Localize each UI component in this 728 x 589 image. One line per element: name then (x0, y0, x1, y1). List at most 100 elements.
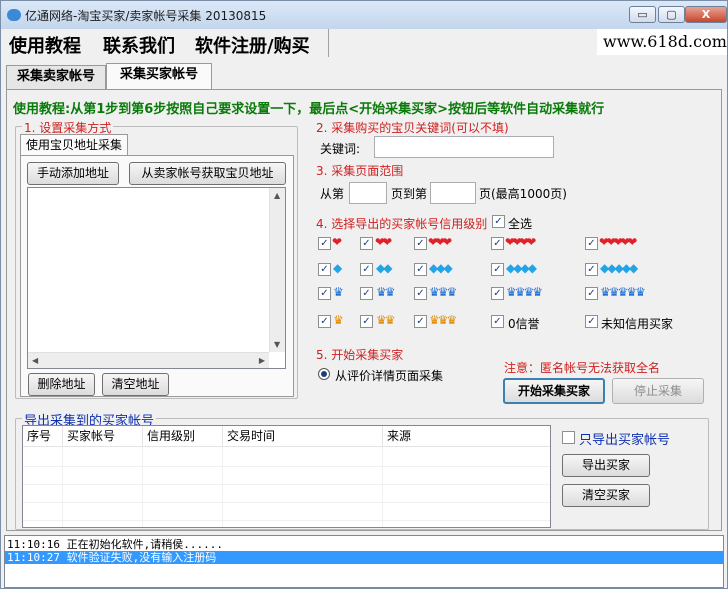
collect-from-review-label: 从评价详情页面采集 (335, 369, 444, 383)
maximize-button[interactable]: ▢ (658, 6, 685, 23)
delete-url-button[interactable]: 删除地址 (28, 373, 95, 396)
grid-line (23, 484, 550, 485)
export-buyers-button[interactable]: 导出买家 (562, 454, 650, 477)
zero-credit-checkbox[interactable]: ✓ (491, 315, 504, 328)
collect-from-review-radio[interactable] (318, 368, 330, 380)
credit-checkbox[interactable]: ✓ (585, 263, 598, 276)
heart-1-icon: ❤ (332, 235, 342, 249)
clear-buyers-button[interactable]: 清空买家 (562, 484, 650, 507)
unknown-credit-label: 未知信用买家 (601, 317, 674, 331)
log-box[interactable]: 11:10:16 正在初始化软件,请稍侯...... 11:10:27 软件验证… (4, 535, 724, 588)
credit-checkbox[interactable]: ✓ (491, 237, 504, 250)
vertical-scrollbar[interactable]: ▲ ▼ (269, 188, 285, 352)
step5-title: 5. 开始采集买家 (314, 346, 406, 363)
menu-contact[interactable]: 联系我们 (103, 32, 175, 58)
page-from-input[interactable] (349, 182, 387, 204)
step2-title: 2. 采集购买的宝贝关键词(可以不填) (314, 119, 511, 136)
crown-3-icon: ♛♛♛ (429, 285, 457, 299)
page-from-label: 从第 (320, 187, 345, 201)
app-icon (7, 9, 21, 21)
heart-3-icon: ❤❤❤ (428, 235, 452, 249)
clear-url-button[interactable]: 清空地址 (102, 373, 169, 396)
scroll-left-icon[interactable]: ◀ (32, 356, 38, 365)
gold-crown-1-icon: ♛ (333, 313, 344, 327)
grid-line (382, 447, 383, 527)
col-trade-time[interactable]: 交易时间 (223, 426, 383, 447)
unknown-credit-checkbox[interactable]: ✓ (585, 315, 598, 328)
credit-checkbox[interactable]: ✓ (360, 315, 373, 328)
credit-checkbox[interactable]: ✓ (318, 315, 331, 328)
credit-checkbox[interactable]: ✓ (414, 237, 427, 250)
grid-line (23, 466, 550, 467)
website-url[interactable]: www.618d.com (597, 29, 727, 55)
select-all-checkbox[interactable]: ✓ (492, 215, 505, 228)
col-buyer-account[interactable]: 买家帐号 (63, 426, 143, 447)
col-source[interactable]: 来源 (383, 426, 550, 447)
instruction-text: 使用教程:从第1步到第6步按照自己要求设置一下，最后点<开始采集买家>按钮后等软… (13, 102, 605, 117)
grid-line (23, 502, 550, 503)
crown-4-icon: ♛♛♛♛ (506, 285, 543, 299)
tab-collect-buyers[interactable]: 采集买家帐号 (106, 63, 212, 89)
log-line: 11:10:16 正在初始化软件,请稍侯...... (7, 538, 223, 551)
credit-checkbox[interactable]: ✓ (491, 287, 504, 300)
heart-5-icon: ❤❤❤❤❤ (599, 235, 637, 249)
diamond-3-icon: ◆◆◆ (429, 261, 453, 275)
grid-line (23, 520, 550, 521)
step3-title: 3. 采集页面范围 (314, 162, 406, 179)
credit-checkbox[interactable]: ✓ (414, 315, 427, 328)
credit-checkbox[interactable]: ✓ (414, 263, 427, 276)
buyer-table[interactable]: 序号 买家帐号 信用级别 交易时间 来源 (22, 425, 551, 528)
tab-collect-sellers[interactable]: 采集卖家帐号 (6, 65, 106, 89)
scroll-up-icon[interactable]: ▲ (274, 191, 280, 200)
crown-2-icon: ♛♛ (376, 285, 396, 299)
only-export-checkbox[interactable]: ✓ (562, 431, 575, 444)
stop-collect-button[interactable]: 停止采集 (612, 378, 704, 404)
gold-crown-2-icon: ♛♛ (376, 313, 396, 327)
horizontal-scrollbar[interactable]: ◀ ▶ (28, 352, 269, 368)
step4-title: 4. 选择导出的买家帐号信用级别 (314, 215, 490, 232)
credit-checkbox[interactable]: ✓ (585, 287, 598, 300)
only-export-label: 只导出买家帐号 (579, 433, 671, 448)
keyword-input[interactable] (374, 136, 554, 158)
col-credit-level[interactable]: 信用级别 (143, 426, 223, 447)
menu-register[interactable]: 软件注册/购买 (195, 32, 310, 58)
manual-add-url-button[interactable]: 手动添加地址 (27, 162, 119, 185)
close-button[interactable]: X (685, 6, 727, 23)
credit-checkbox[interactable]: ✓ (491, 263, 504, 276)
grid-line (222, 447, 223, 527)
menu-tutorial[interactable]: 使用教程 (9, 32, 81, 58)
gold-crown-3-icon: ♛♛♛ (429, 313, 457, 327)
heart-4-icon: ❤❤❤❤ (505, 235, 536, 249)
credit-checkbox[interactable]: ✓ (318, 237, 331, 250)
heart-2-icon: ❤❤ (375, 235, 392, 249)
grid-line (62, 447, 63, 527)
title-bar: 亿通网络-淘宝买家/卖家帐号采集 20130815 ▭ ▢ X (1, 1, 727, 29)
get-url-from-seller-button[interactable]: 从卖家帐号获取宝贝地址 (129, 162, 286, 185)
url-listbox[interactable]: ▲ ▼ ◀ ▶ (27, 187, 286, 369)
credit-checkbox[interactable]: ✓ (585, 237, 598, 250)
credit-checkbox[interactable]: ✓ (318, 263, 331, 276)
window-title: 亿通网络-淘宝买家/卖家帐号采集 20130815 (25, 9, 267, 23)
scroll-down-icon[interactable]: ▼ (274, 340, 280, 349)
select-all-label: 全选 (508, 217, 533, 231)
credit-checkbox[interactable]: ✓ (360, 237, 373, 250)
keyword-label: 关键词: (320, 142, 361, 156)
diamond-2-icon: ◆◆ (376, 261, 392, 275)
credit-checkbox[interactable]: ✓ (318, 287, 331, 300)
diamond-1-icon: ◆ (333, 261, 342, 275)
diamond-5-icon: ◆◆◆◆◆ (600, 261, 638, 275)
col-index[interactable]: 序号 (23, 426, 63, 447)
credit-checkbox[interactable]: ✓ (414, 287, 427, 300)
tab-use-item-url[interactable]: 使用宝贝地址采集 (20, 134, 128, 156)
log-line-selected[interactable]: 11:10:27 软件验证失败,没有输入注册码 (5, 551, 723, 564)
start-collect-button[interactable]: 开始采集买家 (503, 378, 605, 404)
crown-1-icon: ♛ (333, 285, 344, 299)
minimize-button[interactable]: ▭ (629, 6, 656, 23)
page-mid-label: 页到第 (391, 187, 428, 201)
scroll-right-icon[interactable]: ▶ (259, 356, 265, 365)
anonymous-notice: 注意：匿名帐号无法获取全名 (504, 361, 661, 375)
credit-checkbox[interactable]: ✓ (360, 263, 373, 276)
page-to-input[interactable] (430, 182, 476, 204)
credit-checkbox[interactable]: ✓ (360, 287, 373, 300)
page-range-note: 页(最高1000页) (479, 187, 567, 201)
